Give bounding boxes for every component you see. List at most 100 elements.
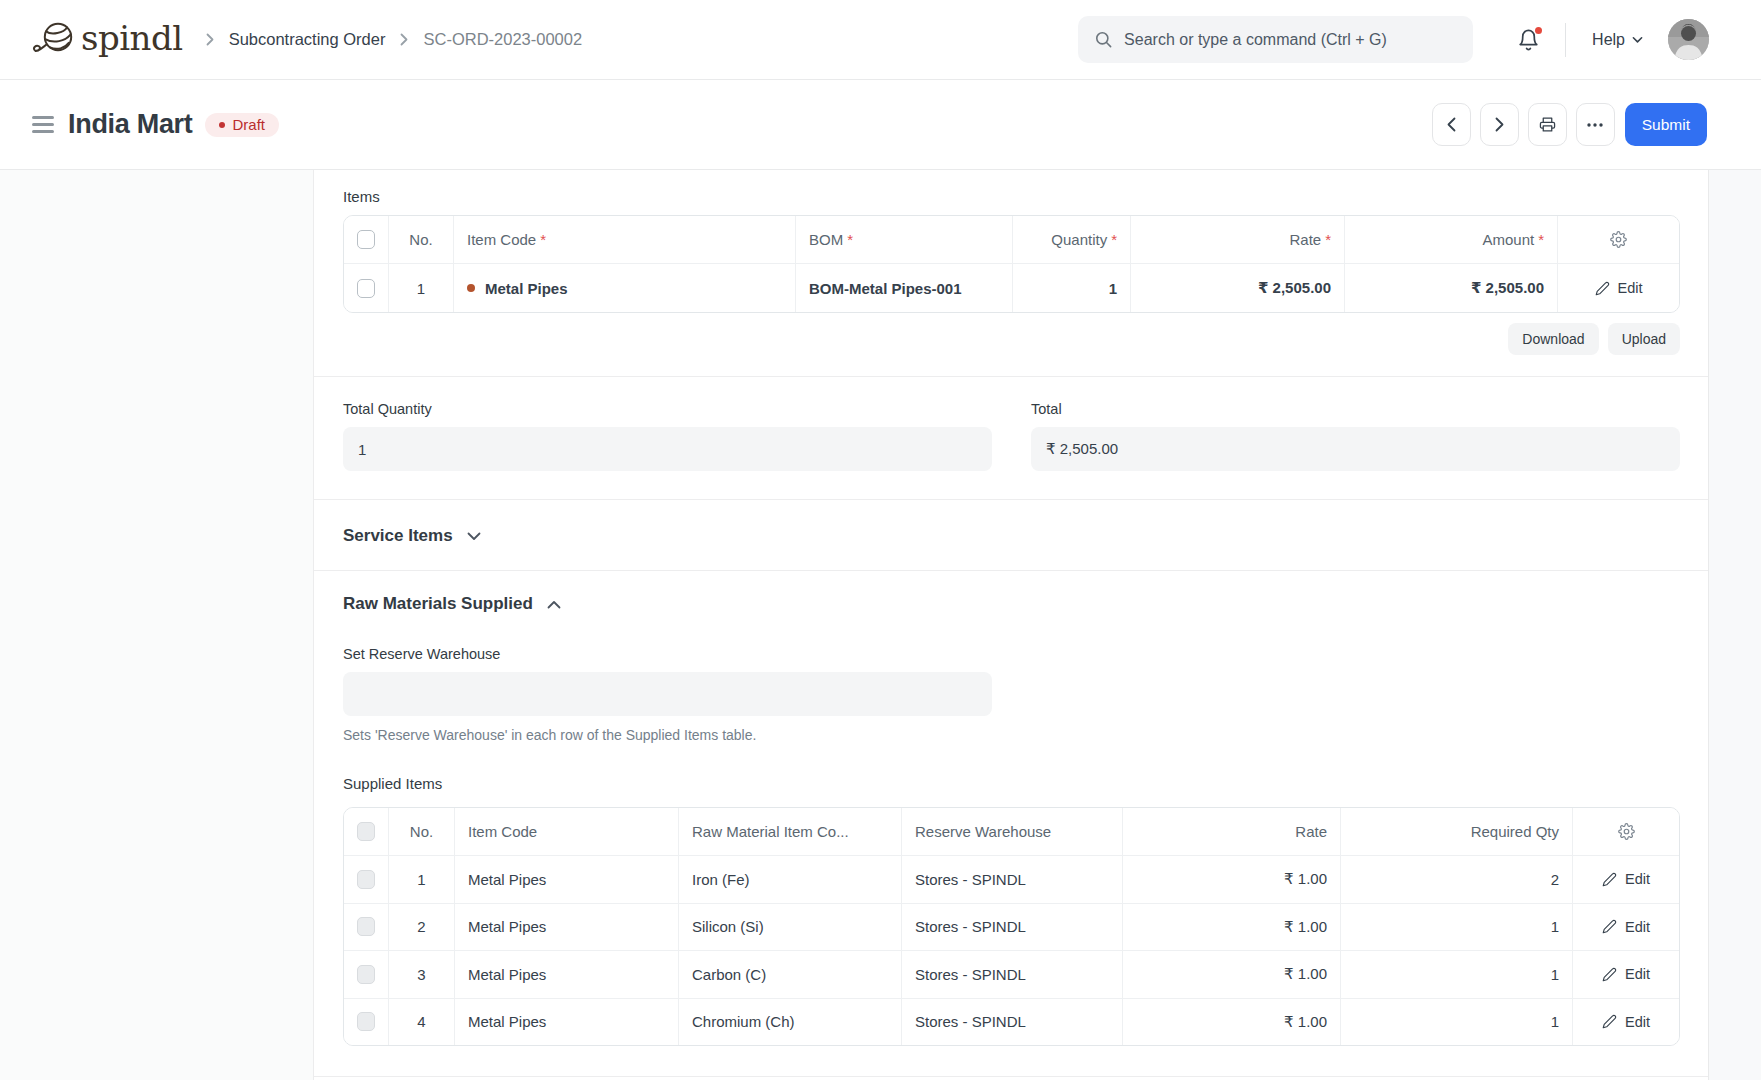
cell-item_code[interactable]: Metal Pipes — [455, 856, 679, 903]
next-document-button[interactable] — [1480, 103, 1519, 146]
pencil-icon — [1595, 281, 1610, 296]
row-checkbox-cell[interactable] — [344, 264, 389, 312]
upload-button[interactable]: Upload — [1608, 323, 1680, 355]
prev-document-button[interactable] — [1432, 103, 1471, 146]
table-settings-button[interactable] — [1558, 216, 1679, 263]
cell-warehouse[interactable]: Stores - SPINDL — [902, 999, 1123, 1046]
sidebar-toggle-button[interactable] — [32, 116, 54, 133]
select-all-checkbox[interactable] — [344, 216, 389, 263]
total-input[interactable]: ₹ 2,505.00 — [1031, 427, 1680, 471]
cell-raw_material[interactable]: Chromium (Ch) — [679, 999, 902, 1046]
supplied-items-table: No.Item CodeRaw Material Item Co...Reser… — [343, 807, 1680, 1046]
edit-row-button[interactable]: Edit — [1602, 966, 1650, 982]
row-checkbox-cell[interactable] — [344, 999, 389, 1046]
service-items-header[interactable]: Service Items — [343, 526, 1680, 546]
row-checkbox-cell[interactable] — [344, 951, 389, 998]
app-logo[interactable]: spindl — [30, 18, 183, 62]
table-settings-button[interactable] — [1573, 808, 1679, 855]
edit-row-button[interactable]: Edit — [1602, 1014, 1650, 1030]
table-row: 3Metal PipesCarbon (C)Stores - SPINDL₹ 1… — [344, 951, 1679, 999]
row-checkbox-cell[interactable] — [344, 904, 389, 951]
column-header: BOM* — [796, 216, 1013, 263]
help-menu[interactable]: Help — [1592, 31, 1643, 49]
cell-no[interactable]: 2 — [389, 904, 455, 951]
column-header: Item Code* — [454, 216, 796, 263]
cell-raw_material[interactable]: Iron (Fe) — [679, 856, 902, 903]
status-badge: Draft — [205, 113, 280, 137]
item-status-dot — [467, 284, 475, 292]
breadcrumb-docname[interactable]: SC-ORD-2023-00002 — [423, 30, 582, 49]
row-edit-cell: Edit — [1573, 951, 1679, 998]
raw-materials-header[interactable]: Raw Materials Supplied — [343, 594, 1680, 614]
form-area: Items No.Item Code*BOM*Quantity*Rate*Amo… — [314, 170, 1709, 1080]
cell-amount[interactable]: ₹ 2,505.00 — [1345, 264, 1558, 312]
total-quantity-input[interactable]: 1 — [343, 427, 992, 471]
checkbox[interactable] — [357, 917, 375, 936]
row-edit-cell: Edit — [1558, 264, 1679, 312]
cell-rate[interactable]: ₹ 1.00 — [1123, 904, 1341, 951]
chevron-down-icon — [1632, 36, 1643, 44]
user-avatar[interactable] — [1668, 19, 1709, 60]
cell-warehouse[interactable]: Stores - SPINDL — [902, 951, 1123, 998]
breadcrumb-doctype[interactable]: Subcontracting Order — [229, 30, 386, 49]
total-quantity-label: Total Quantity — [343, 401, 992, 417]
checkbox[interactable] — [357, 965, 375, 984]
cell-required_qty[interactable]: 2 — [1341, 856, 1573, 903]
cell-no[interactable]: 3 — [389, 951, 455, 998]
cell-raw_material[interactable]: Carbon (C) — [679, 951, 902, 998]
cell-required_qty[interactable]: 1 — [1341, 904, 1573, 951]
checkbox[interactable] — [357, 870, 375, 889]
print-button[interactable] — [1528, 103, 1567, 146]
row-edit-cell: Edit — [1573, 904, 1679, 951]
status-label: Draft — [233, 116, 266, 133]
cell-required_qty[interactable]: 1 — [1341, 999, 1573, 1046]
cell-no[interactable]: 1 — [389, 264, 454, 312]
cell-no[interactable]: 1 — [389, 856, 455, 903]
breadcrumb-chevron-icon — [206, 33, 214, 46]
cell-quantity[interactable]: 1 — [1013, 264, 1131, 312]
notifications-button[interactable] — [1517, 27, 1541, 53]
row-checkbox-cell[interactable] — [344, 856, 389, 903]
submit-button[interactable]: Submit — [1625, 103, 1707, 146]
table-row: 4Metal PipesChromium (Ch)Stores - SPINDL… — [344, 999, 1679, 1046]
edit-row-button[interactable]: Edit — [1595, 280, 1643, 296]
global-search-input[interactable]: Search or type a command (Ctrl + G) — [1078, 16, 1473, 63]
select-all-checkbox[interactable] — [344, 808, 389, 855]
pencil-icon — [1602, 967, 1617, 982]
cell-rate[interactable]: ₹ 1.00 — [1123, 951, 1341, 998]
cell-rate[interactable]: ₹ 1.00 — [1123, 856, 1341, 903]
cell-rate[interactable]: ₹ 1.00 — [1123, 999, 1341, 1046]
cell-item_code[interactable]: Metal Pipes — [455, 999, 679, 1046]
set-reserve-warehouse-label: Set Reserve Warehouse — [343, 646, 1680, 662]
download-button[interactable]: Download — [1508, 323, 1598, 355]
cell-warehouse[interactable]: Stores - SPINDL — [902, 856, 1123, 903]
cell-item_code[interactable]: Metal Pipes — [454, 264, 796, 312]
checkbox[interactable] — [357, 230, 375, 249]
checkbox[interactable] — [357, 1012, 375, 1031]
cell-bom[interactable]: BOM-Metal Pipes-001 — [796, 264, 1013, 312]
column-header: Reserve Warehouse — [902, 808, 1123, 855]
table-row: 1Metal PipesBOM-Metal Pipes-0011₹ 2,505.… — [344, 264, 1679, 312]
more-menu-button[interactable] — [1576, 103, 1615, 146]
column-header: Rate* — [1131, 216, 1345, 263]
cell-item_code[interactable]: Metal Pipes — [455, 904, 679, 951]
cell-warehouse[interactable]: Stores - SPINDL — [902, 904, 1123, 951]
search-icon — [1094, 30, 1113, 49]
total-label: Total — [1031, 401, 1680, 417]
cell-item_code[interactable]: Metal Pipes — [455, 951, 679, 998]
edit-row-button[interactable]: Edit — [1602, 919, 1650, 935]
cell-required_qty[interactable]: 1 — [1341, 951, 1573, 998]
totals-section: Total Quantity 1 Total ₹ 2,505.00 — [343, 377, 1680, 499]
cell-rate[interactable]: ₹ 2,505.00 — [1131, 264, 1345, 312]
row-edit-cell: Edit — [1573, 856, 1679, 903]
service-items-title: Service Items — [343, 526, 453, 546]
items-table: No.Item Code*BOM*Quantity*Rate*Amount*1M… — [343, 215, 1680, 313]
help-label: Help — [1592, 31, 1625, 49]
checkbox[interactable] — [357, 279, 375, 298]
cell-no[interactable]: 4 — [389, 999, 455, 1046]
edit-row-button[interactable]: Edit — [1602, 871, 1650, 887]
checkbox[interactable] — [357, 822, 375, 841]
cell-raw_material[interactable]: Silicon (Si) — [679, 904, 902, 951]
row-edit-cell: Edit — [1573, 999, 1679, 1046]
set-reserve-warehouse-input[interactable] — [343, 672, 992, 716]
